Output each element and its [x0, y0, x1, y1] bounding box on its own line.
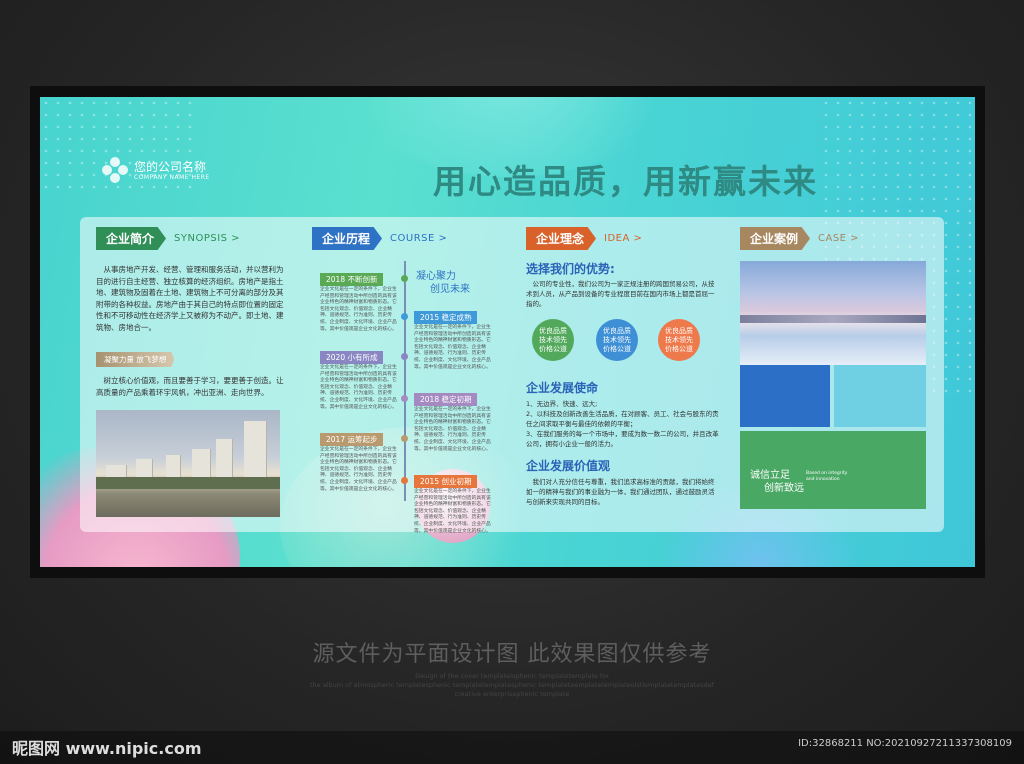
timeline-dot [401, 275, 408, 282]
flower-icon [102, 157, 128, 183]
case-en: CASE > [818, 233, 860, 244]
headline: 用心造品质，用新赢未来 [433, 162, 818, 201]
advantage-circle: 优良品质 技术领先 价格公道 [658, 319, 700, 361]
case-block-blue [740, 365, 830, 427]
intro-subtitle: 凝聚力量 放飞梦想 [96, 352, 175, 367]
company-name: 您的公司名称 [134, 159, 207, 174]
timeline-label: 2018 不断创新 [320, 273, 384, 286]
timeline-label: 2017 运筹起步 [320, 433, 384, 446]
history-tab: 企业历程 [312, 227, 383, 250]
mission-list: 1、无边界、快速、远大; 2、以科技及创新改善生活品质，在对顾客、员工、社会与股… [526, 400, 719, 448]
timeline-text: 企业文化是在一定的条件下，企业生产经营和管理活动中所创造的具有该企业特色的精神财… [414, 325, 491, 370]
image-id: ID:32868211 NO:20210927211337308109 [798, 738, 1012, 749]
timeline-dot [401, 313, 408, 320]
value-text: 我们对人充分信任与尊重，我们追求高标准的贡献，我们将始终如一的精神与我们的事业融… [526, 478, 715, 506]
timeline-label: 2018 稳定初期 [414, 393, 478, 406]
intro-en: SYNOPSIS > [174, 233, 241, 244]
history-en: COURSE > [390, 233, 448, 244]
timeline-dot [401, 435, 408, 442]
intro-section: 企业简介 SYNOPSIS > 从事房地产开发、经营、管理和服务活动，并以营利为… [96, 227, 286, 517]
disclaimer: 源文件为平面设计图 此效果图仅供参考 [312, 642, 712, 667]
idea-tab: 企业理念 [526, 227, 597, 250]
history-slogan: 凝心聚力 创见未来 [416, 271, 470, 295]
timeline-text: 企业文化是在一定的条件下，企业生产经营和管理活动中所创造的具有该企业特色的精神财… [320, 447, 397, 492]
nipic-watermark: 昵图网 www.nipic.com [12, 739, 202, 758]
intro-text-2: 树立核心价值观，而且要善于学习，要更善于创造。让高质量的产品乘着环宇风帆，冲出亚… [96, 376, 284, 397]
timeline-text: 企业文化是在一定的条件下，企业生产经营和管理活动中所创造的具有该企业特色的精神财… [414, 407, 491, 452]
advantage-title: 选择我们的优势: [526, 262, 615, 276]
innovation-en: and innovation [806, 477, 840, 482]
sea-of-clouds-photo [740, 261, 926, 365]
integrity-text: 诚信立足 [750, 470, 790, 481]
case-block-cyan [834, 365, 926, 427]
idea-en: IDEA > [604, 233, 643, 244]
timeline-line [404, 261, 406, 501]
city-photo [96, 410, 280, 517]
advantage-circle: 优良品质 技术领先 价格公道 [596, 319, 638, 361]
timeline-dot [401, 395, 408, 402]
timeline-dot [401, 477, 408, 484]
advantage-circle: 优良品质 技术领先 价格公道 [532, 319, 574, 361]
company-name-en: COMPANY NAME HERE [134, 173, 210, 181]
history-section: 企业历程 COURSE > 凝心聚力 创见未来 2018 不断创新 企业文化是在一… [312, 227, 512, 534]
case-block-green: 诚信立足 创新致远 Based on integrity and innovat… [740, 431, 926, 509]
intro-text: 从事房地产开发、经营、管理和服务活动，并以营利为目的进行自主经营、独立核算的经济… [96, 265, 284, 332]
case-tab: 企业案例 [740, 227, 811, 250]
timeline-dot [401, 353, 408, 360]
timeline-label: 2015 稳定成熟 [414, 311, 478, 324]
innovation-text: 创新致远 [764, 483, 804, 494]
timeline-label: 2015 创业初期 [414, 475, 478, 488]
idea-section: 企业理念 IDEA > 选择我们的优势: 公司的专业性，我们公司为一家正规注册的… [526, 227, 720, 507]
timeline-text: 企业文化是在一定的条件下，企业生产经营和管理活动中所创造的具有该企业特色的精神财… [320, 365, 397, 410]
advantage-circles: 优良品质 技术领先 价格公道 优良品质 技术领先 价格公道 优良品质 技术领先 价格公道 [526, 319, 720, 375]
intro-tab: 企业简介 [96, 227, 167, 250]
disclaimer-small: Design of the cover templatelsphenic tem… [310, 672, 714, 698]
mission-title: 企业发展使命 [526, 381, 599, 395]
value-title: 企业发展价值观 [526, 459, 611, 473]
timeline-text: 企业文化是在一定的条件下，企业生产经营和管理活动中所创造的具有该企业特色的精神财… [414, 489, 491, 534]
timeline-label: 2020 小有所成 [320, 351, 384, 364]
advantage-text: 公司的专业性，我们公司为一家正规注册的跨国贸易公司，从技术到人员，从产品到设备的… [526, 280, 715, 308]
company-logo: 您的公司名称 COMPANY NAME HERE [102, 157, 210, 183]
timeline-text: 企业文化是在一定的条件下，企业生产经营和管理活动中所创造的具有该企业特色的精神财… [320, 287, 397, 332]
case-section: 企业案例 CASE > 诚信立足 创新致远 Based on integrity… [740, 227, 926, 509]
board: 您的公司名称 COMPANY NAME HERE 用心造品质，用新赢未来 企业简… [40, 97, 975, 567]
